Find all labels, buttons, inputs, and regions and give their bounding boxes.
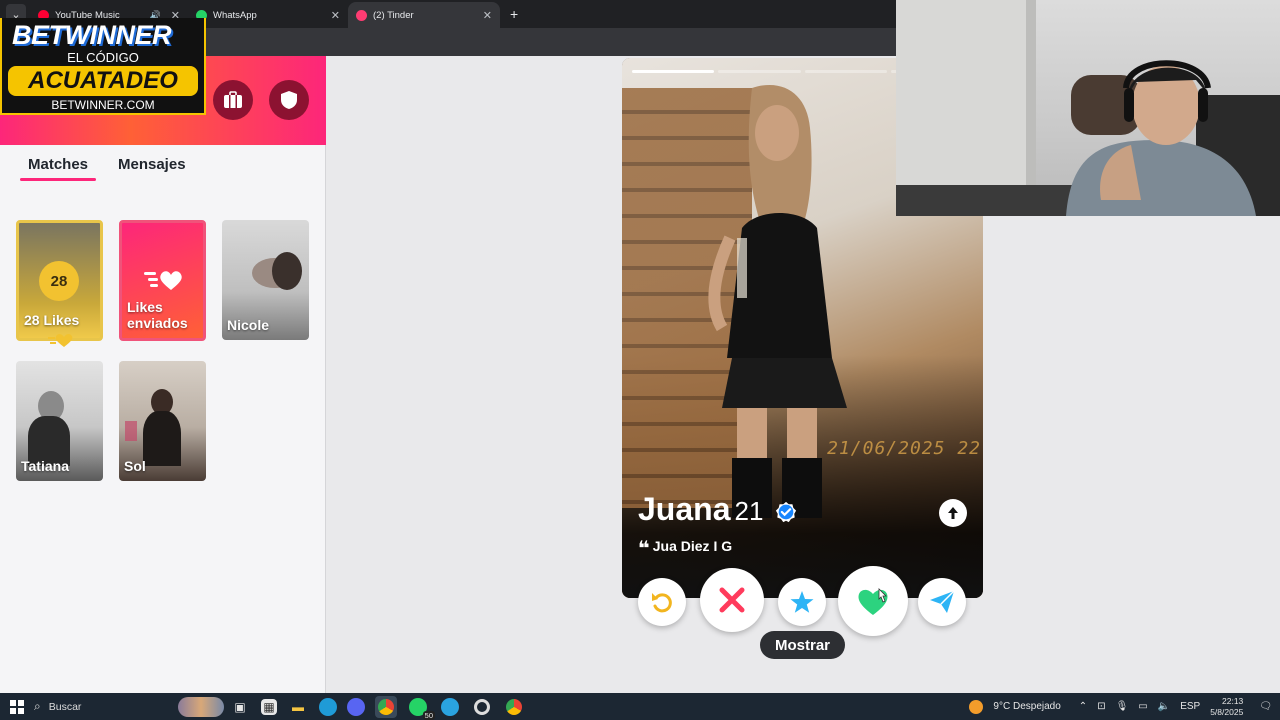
star-icon <box>790 591 814 613</box>
like-button[interactable] <box>838 566 908 636</box>
chrome-icon[interactable] <box>375 695 397 718</box>
boost-button[interactable] <box>918 578 966 626</box>
search-placeholder: Buscar <box>48 700 82 713</box>
wifi-icon[interactable]: ▭ <box>1138 701 1147 712</box>
promo-brand: BETWINNER <box>12 20 172 50</box>
open-profile-button[interactable] <box>939 499 967 527</box>
discord-icon[interactable] <box>347 697 365 716</box>
notifications-icon[interactable]: 🗨 <box>1259 701 1272 712</box>
clock-time: 22:13 <box>1222 696 1244 707</box>
telegram-icon[interactable] <box>439 696 461 718</box>
webcam-feed <box>896 0 1280 216</box>
file-explorer-icon[interactable]: ▬ <box>287 696 309 718</box>
weather-icon <box>969 699 984 714</box>
likes-card-label: 28 Likes <box>24 311 80 328</box>
chevron-up-icon[interactable]: ⌃ <box>1079 701 1087 712</box>
photo-date-stamp: 21/06/2025 22 <box>827 438 981 459</box>
promo-site: BETWINNER.COM <box>51 98 155 112</box>
whatsapp-badge: 50 <box>422 710 435 720</box>
taskbar: ⌕ Buscar ▣ ▦ ▬ 50 9°C Despejado ⌃ ⊡ 🎙 ▭ … <box>0 693 1280 720</box>
search-highlight-icon <box>178 696 224 717</box>
promo-overlay: BETWINNER EL CÓDIGO ACUATADEO BETWINNER.… <box>0 18 206 115</box>
weather-text[interactable]: 9°C Despejado <box>993 701 1060 712</box>
promo-line: EL CÓDIGO <box>67 50 139 65</box>
tab-title: WhatsApp <box>213 9 257 21</box>
gold-heart-icon <box>48 333 73 347</box>
taskbar-search[interactable]: ⌕ Buscar <box>34 696 224 718</box>
chrome-icon-2[interactable] <box>503 696 525 718</box>
clock-date: 5/8/2025 <box>1210 706 1244 717</box>
profile-name-text: Juana <box>638 491 731 527</box>
search-icon: ⌕ <box>34 699 41 713</box>
profile-age: 21 <box>734 496 764 526</box>
tinder-icon <box>356 9 367 21</box>
verified-badge-icon <box>775 501 797 523</box>
match-card-sol[interactable]: Sol <box>119 361 206 481</box>
rewind-button[interactable] <box>638 578 686 626</box>
close-tab-icon[interactable]: ✕ <box>331 9 340 22</box>
arrow-up-icon <box>948 507 958 519</box>
match-photo-body <box>143 411 181 466</box>
promo-code: ACUATADEO <box>8 66 198 96</box>
likes-card[interactable]: 28 28 Likes <box>16 220 103 341</box>
safety-button[interactable] <box>269 80 309 120</box>
match-name: Nicole <box>227 316 270 333</box>
close-tab-icon[interactable]: ✕ <box>483 9 492 22</box>
webcam-overlay <box>896 0 1280 216</box>
match-photo-decor <box>125 421 137 441</box>
profile-name: Juana 21 <box>638 491 763 528</box>
heart-sent-icon <box>144 271 182 290</box>
new-tab-button[interactable]: + <box>510 6 518 22</box>
obs-icon[interactable] <box>471 696 493 718</box>
match-name: Sol <box>124 457 146 474</box>
cursor-icon <box>878 588 887 603</box>
sidebar: Matches Mensajes 28 28 Likes Likes envia… <box>0 56 326 693</box>
language-indicator[interactable]: ESP <box>1180 701 1200 712</box>
sent-likes-card[interactable]: Likes enviados <box>119 220 206 341</box>
shield-icon <box>281 91 297 109</box>
x-icon <box>719 587 745 613</box>
match-name: Tatiana <box>21 457 69 474</box>
sidebar-tabs: Matches Mensajes <box>0 156 326 186</box>
likes-count: 28 <box>50 272 68 290</box>
task-view-icon[interactable]: ▣ <box>229 696 251 718</box>
send-icon <box>930 590 955 613</box>
tab-tinder[interactable]: (2) Tinder ✕ <box>348 2 500 28</box>
briefcase-icon <box>224 91 242 108</box>
tab-whatsapp[interactable]: WhatsApp ✕ <box>188 2 348 28</box>
tab-matches[interactable]: Matches <box>19 156 97 181</box>
likes-count-badge: 28 <box>39 261 79 301</box>
explore-button[interactable] <box>213 80 253 120</box>
network-icon[interactable]: ⊡ <box>1097 701 1105 712</box>
action-buttons <box>632 566 972 636</box>
windows-start-icon[interactable] <box>10 699 24 714</box>
quote-icon: ❝ <box>638 538 650 560</box>
match-card-nicole[interactable]: Nicole <box>222 220 309 340</box>
tab-mensajes[interactable]: Mensajes <box>118 156 186 173</box>
nope-button[interactable] <box>700 568 764 632</box>
store-icon[interactable]: ▦ <box>261 698 277 715</box>
clock[interactable]: 22:13 5/8/2025 <box>1210 696 1243 716</box>
profile-bio: ❝ Jua Diez I G <box>638 536 732 561</box>
edge-icon[interactable] <box>319 697 337 716</box>
mic-icon[interactable]: 🎙 <box>1116 701 1129 712</box>
sent-likes-label: Likes enviados <box>127 298 188 331</box>
volume-icon[interactable]: 🔈 <box>1158 701 1170 712</box>
super-like-button[interactable] <box>778 578 826 626</box>
profile-bio-text: Jua Diez I G <box>652 538 733 554</box>
match-photo-hair <box>272 252 302 290</box>
tooltip: Mostrar <box>760 631 845 659</box>
system-tray: 9°C Despejado ⌃ ⊡ 🎙 ▭ 🔈 ESP 22:13 5/8/20… <box>969 693 1272 720</box>
tab-title: (2) Tinder <box>373 9 414 21</box>
whatsapp-icon[interactable]: 50 <box>407 696 435 720</box>
match-card-tatiana[interactable]: Tatiana <box>16 361 103 481</box>
rewind-icon <box>652 593 672 613</box>
